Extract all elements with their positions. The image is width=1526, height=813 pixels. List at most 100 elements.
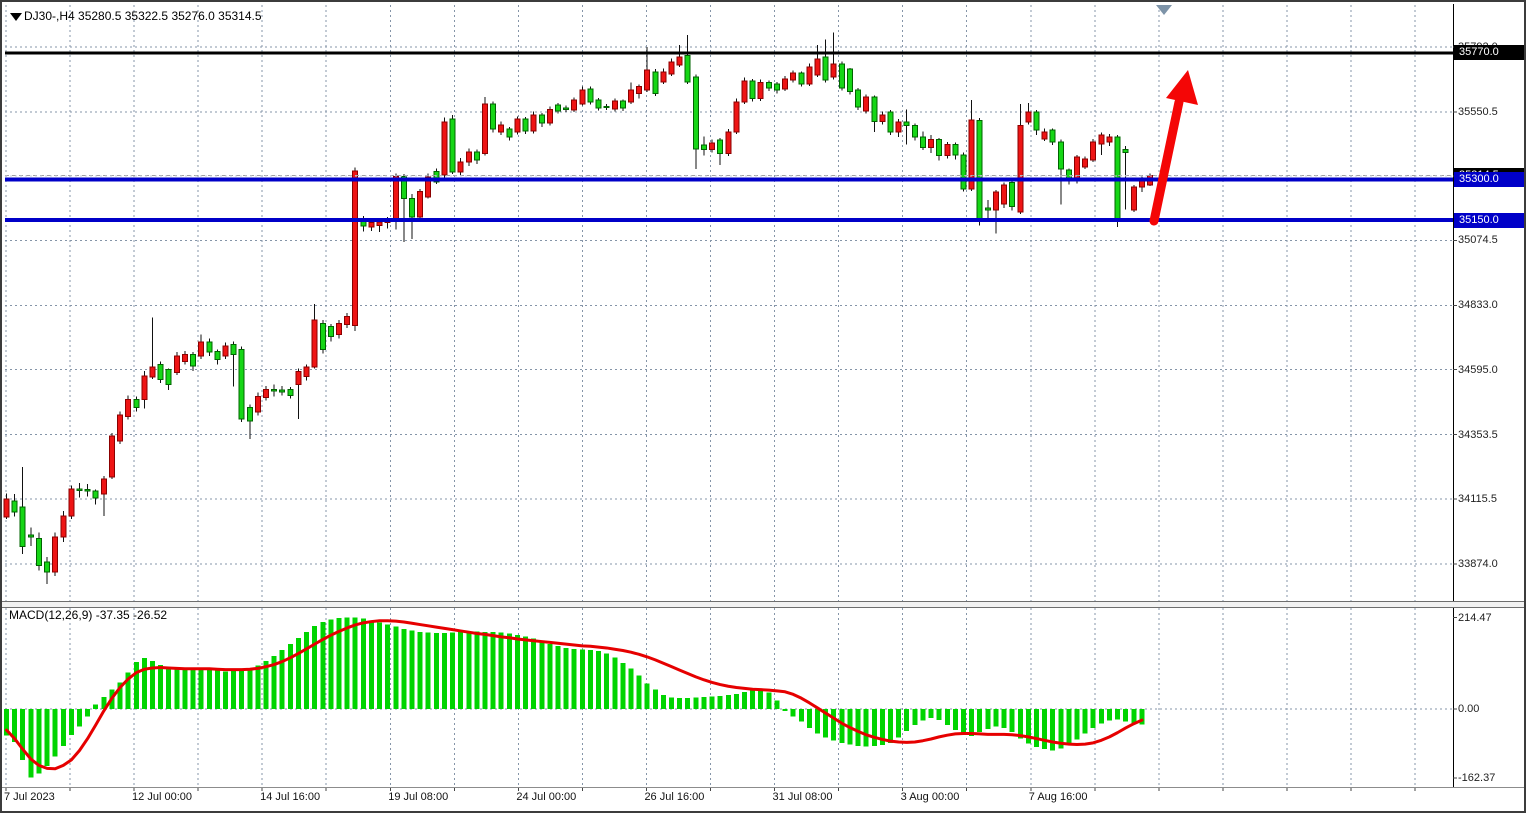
bull-candle [637, 87, 642, 94]
bull-candle [499, 125, 504, 132]
bear-candle [231, 344, 236, 354]
macd-histogram-bar [410, 631, 415, 709]
bear-candle [596, 100, 601, 108]
macd-histogram-bar [28, 709, 33, 778]
bull-candle [304, 367, 309, 376]
time-axis-label[interactable]: 12 Jul 00:00 [132, 791, 192, 803]
macd-histogram-bar [783, 709, 788, 711]
macd-histogram-bar [320, 622, 325, 709]
time-axis-label[interactable]: 7 Jul 2023 [4, 791, 55, 803]
macd-histogram-bar [1123, 709, 1128, 722]
bear-candle [977, 120, 982, 219]
bear-candle [280, 390, 285, 392]
bear-candle [718, 140, 723, 154]
macd-histogram-bar [474, 631, 479, 708]
bull-candle [126, 399, 131, 416]
bear-candle [45, 562, 50, 572]
bull-candle [1131, 187, 1136, 210]
time-axis-label[interactable]: 19 Jul 08:00 [388, 791, 448, 803]
panel-separator[interactable] [2, 601, 1526, 608]
macd-histogram-bar [215, 671, 220, 709]
time-axis-label[interactable]: 14 Jul 16:00 [260, 791, 320, 803]
macd-histogram-bar [1099, 709, 1104, 723]
bear-candle [653, 72, 658, 94]
bear-candle [1010, 182, 1015, 206]
bull-candle [69, 489, 74, 516]
macd-axis-label: -162.37 [1458, 771, 1495, 785]
macd-histogram-bar [750, 690, 755, 709]
bear-candle [158, 364, 163, 379]
macd-histogram-bar [280, 650, 285, 709]
bear-candle [620, 101, 625, 108]
trend-arrow-head[interactable] [1166, 70, 1198, 105]
bull-candle [831, 64, 836, 77]
macd-histogram-bar [620, 663, 625, 709]
time-axis-label[interactable]: 26 Jul 16:00 [644, 791, 704, 803]
bear-candle [450, 119, 455, 172]
macd-histogram-bar [904, 709, 909, 731]
bear-candle [1034, 112, 1039, 130]
macd-histogram-bar [1050, 709, 1055, 751]
macd-histogram-bar [799, 709, 804, 722]
time-axis-label[interactable]: 7 Aug 16:00 [1029, 791, 1088, 803]
macd-histogram-bar [588, 650, 593, 709]
macd-histogram-bar [1075, 709, 1080, 740]
macd-histogram-bar [1066, 709, 1071, 745]
bear-candle [1123, 149, 1128, 152]
bear-candle [36, 539, 41, 566]
macd-histogram-bar [450, 633, 455, 709]
macd-histogram-bar [961, 709, 966, 735]
macd-histogram-bar [199, 668, 204, 708]
macd-histogram-bar [645, 683, 650, 709]
bull-candle [1026, 112, 1031, 122]
macd-histogram-bar [718, 696, 723, 709]
bear-candle [215, 351, 220, 359]
bull-candle [1002, 185, 1007, 204]
macd-histogram-bar [523, 636, 528, 708]
macd-histogram-bar [929, 709, 934, 718]
macd-histogram-bar [353, 618, 358, 709]
bull-candle [296, 371, 301, 384]
symbol-dropdown-icon[interactable] [10, 13, 22, 21]
bear-candle [12, 501, 17, 512]
bear-candle [328, 327, 333, 337]
bear-candle [847, 69, 852, 92]
time-axis-label[interactable]: 31 Jul 08:00 [773, 791, 833, 803]
macd-histogram-bar [434, 633, 439, 709]
macd-indicator-label: MACD(12,26,9) -37.35 -26.52 [9, 608, 167, 622]
bear-candle [523, 119, 528, 131]
macd-histogram-bar [547, 644, 552, 709]
macd-histogram-bar [807, 709, 812, 728]
macd-histogram-bar [758, 689, 763, 709]
bear-candle [320, 324, 325, 350]
macd-histogram-bar [77, 709, 82, 727]
macd-histogram-bar [888, 709, 893, 743]
bull-candle [482, 104, 487, 154]
bear-candle [750, 81, 755, 99]
bull-candle [1083, 159, 1088, 167]
macd-histogram-bar [207, 669, 212, 709]
time-axis-label[interactable]: 24 Jul 00:00 [516, 791, 576, 803]
bull-candle [547, 110, 552, 123]
macd-histogram-bar [734, 694, 739, 709]
macd-histogram-bar [93, 705, 98, 709]
macd-histogram-bar [953, 709, 958, 730]
bull-candle [61, 516, 66, 537]
bear-candle [247, 407, 252, 421]
bear-candle [799, 73, 804, 84]
bull-candle [572, 100, 577, 110]
macd-histogram-bar [920, 709, 925, 720]
bear-candle [888, 112, 893, 132]
bear-candle [912, 126, 917, 137]
price-chart-canvas[interactable] [2, 2, 1526, 813]
macd-histogram-bar [85, 709, 90, 717]
trend-arrow-shaft[interactable] [1154, 102, 1179, 221]
bear-candle [1058, 142, 1063, 169]
macd-histogram-bar [669, 697, 674, 708]
time-axis-label[interactable]: 3 Aug 00:00 [901, 791, 960, 803]
bear-candle [701, 145, 706, 150]
bull-candle [1018, 126, 1023, 212]
bull-candle [791, 73, 796, 80]
macd-histogram-bar [677, 698, 682, 709]
macd-histogram-bar [1107, 709, 1112, 720]
